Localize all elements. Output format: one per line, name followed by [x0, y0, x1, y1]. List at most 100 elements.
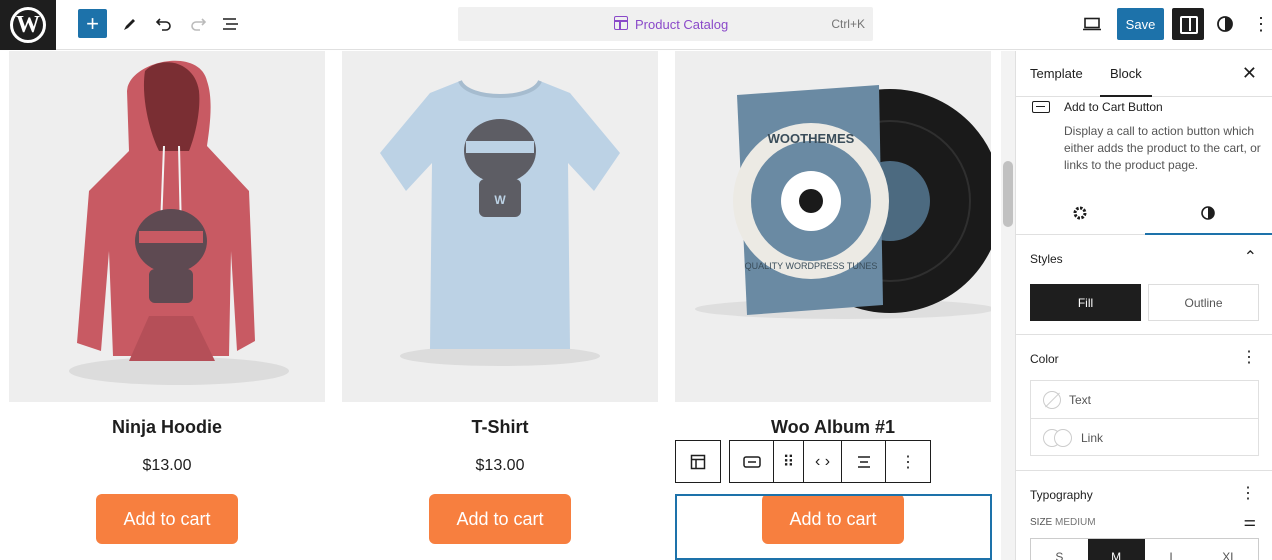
undo-icon: [155, 18, 171, 31]
color-item-label: Link: [1081, 431, 1104, 445]
product-image-hoodie[interactable]: [9, 51, 325, 402]
size-option[interactable]: L: [1145, 539, 1202, 560]
sidebar-tabs: Template Block ✕: [1016, 51, 1272, 97]
document-overview-button[interactable]: [216, 9, 246, 39]
styles-button[interactable]: [1210, 9, 1240, 39]
block-type-button[interactable]: [730, 441, 774, 482]
button-icon: [742, 455, 761, 468]
color-item-label: Text: [1069, 392, 1092, 407]
album-ring-top: WOOTHEMES: [768, 131, 855, 146]
color-section: Color ⋮ Text Link: [1016, 335, 1272, 471]
drag-icon: ⠿: [782, 453, 795, 471]
size-value: MEDIUM: [1055, 517, 1096, 528]
list-view-icon: [223, 18, 238, 30]
editor-top-bar: W + Product Catalog Ctrl+K Save ⋮: [0, 0, 1272, 50]
command-bar[interactable]: Product Catalog Ctrl+K: [458, 7, 873, 41]
select-parent-button[interactable]: [676, 441, 720, 482]
product-name[interactable]: Woo Album #1: [675, 417, 991, 438]
custom-size-icon[interactable]: ⚌: [1243, 513, 1256, 530]
add-to-cart-button[interactable]: Add to cart: [429, 494, 571, 544]
align-center-icon: [857, 455, 870, 468]
tools-button[interactable]: [115, 9, 145, 39]
font-size-label: SIZE MEDIUM: [1030, 517, 1096, 528]
color-swatch-icon: [1043, 390, 1061, 409]
tab-block[interactable]: Block: [1100, 66, 1152, 97]
product-image-tshirt[interactable]: W: [342, 51, 658, 402]
preview-button[interactable]: [1077, 9, 1107, 39]
contrast-icon: [1201, 206, 1215, 220]
template-icon: [690, 454, 706, 469]
tshirt-image: W: [380, 79, 620, 366]
desktop-icon: [1083, 17, 1101, 31]
product-name[interactable]: T-Shirt: [342, 417, 658, 438]
block-controls-group: ⠿ ‹ › ⋮: [729, 440, 931, 483]
settings-tab[interactable]: [1072, 205, 1088, 226]
font-size-picker: S M L XL: [1030, 538, 1259, 560]
redo-icon: [191, 18, 207, 31]
add-block-button[interactable]: +: [78, 9, 107, 38]
button-icon: [1032, 101, 1050, 113]
wordpress-icon: W: [10, 7, 46, 43]
size-option[interactable]: S: [1031, 539, 1088, 560]
color-options: Text Link: [1030, 380, 1259, 456]
color-swatch-icon: [1043, 429, 1073, 447]
scrollbar-thumb[interactable]: [1003, 161, 1013, 227]
redo-button[interactable]: [183, 9, 213, 39]
selected-block-outline[interactable]: [675, 494, 992, 560]
canvas-scrollbar[interactable]: [1001, 51, 1015, 560]
add-to-cart-button[interactable]: Add to cart: [96, 494, 238, 544]
block-title: Add to Cart Button: [1064, 100, 1163, 114]
color-link-item[interactable]: Link: [1031, 419, 1258, 457]
section-heading: Color: [1030, 352, 1059, 366]
chevron-up-icon[interactable]: ⌃: [1244, 247, 1257, 267]
product-image-album[interactable]: WOOTHEMES QUALITY WORDPRESS TUNES: [675, 51, 991, 402]
settings-sidebar: Template Block ✕ Add to Cart Button Disp…: [1015, 51, 1272, 560]
section-heading: Typography: [1030, 488, 1093, 502]
command-title: Product Catalog: [635, 17, 729, 32]
album-ring-bottom: QUALITY WORDPRESS TUNES: [745, 261, 878, 271]
editor-canvas: Ninja Hoodie $13.00 Add to cart W T-Shir…: [0, 51, 1015, 560]
save-button[interactable]: Save: [1117, 8, 1164, 40]
chevron-left-right-icon: ‹ ›: [814, 452, 831, 470]
plus-icon: +: [86, 10, 99, 36]
vertical-ellipsis-icon[interactable]: ⋮: [1240, 483, 1256, 503]
product-card[interactable]: WOOTHEMES QUALITY WORDPRESS TUNES Woo Al…: [675, 51, 991, 544]
move-block-button[interactable]: ‹ ›: [804, 441, 842, 482]
vertical-ellipsis-icon: ⋮: [1252, 13, 1270, 34]
color-text-item[interactable]: Text: [1031, 381, 1258, 419]
tab-template[interactable]: Template: [1030, 66, 1083, 81]
section-heading[interactable]: Styles: [1030, 252, 1063, 266]
vertical-ellipsis-icon[interactable]: ⋮: [1241, 347, 1257, 367]
block-description: Display a call to action button which ei…: [1064, 124, 1261, 172]
size-label: SIZE: [1030, 517, 1053, 528]
product-card[interactable]: W T-Shirt $13.00 Add to cart: [342, 51, 658, 544]
product-card[interactable]: Ninja Hoodie $13.00 Add to cart: [9, 51, 325, 544]
template-icon: [614, 16, 628, 30]
contrast-icon: [1217, 16, 1233, 32]
product-price: $13.00: [142, 457, 192, 474]
block-toolbar: ⠿ ‹ › ⋮: [675, 440, 939, 483]
hoodie-image: [69, 60, 289, 385]
pencil-icon: [124, 19, 135, 30]
inspector-subtabs: [1016, 191, 1272, 235]
wordpress-logo[interactable]: W: [0, 0, 56, 50]
style-fill-option[interactable]: Fill: [1030, 284, 1141, 321]
gear-icon: [1073, 206, 1087, 220]
album-image: WOOTHEMES QUALITY WORDPRESS TUNES: [695, 85, 991, 319]
block-options-button[interactable]: ⋮: [886, 441, 930, 482]
drag-handle[interactable]: ⠿: [774, 441, 804, 482]
options-menu-button[interactable]: ⋮: [1246, 9, 1272, 39]
settings-toggle-button[interactable]: [1172, 8, 1204, 40]
styles-tab[interactable]: [1200, 205, 1216, 226]
style-outline-option[interactable]: Outline: [1148, 284, 1259, 321]
product-price: $13.00: [475, 457, 525, 474]
align-button[interactable]: [842, 441, 886, 482]
close-icon[interactable]: ✕: [1242, 63, 1257, 84]
size-option[interactable]: XL: [1201, 539, 1258, 560]
parent-selector-group: [675, 440, 721, 483]
undo-button[interactable]: [149, 9, 179, 39]
command-shortcut: Ctrl+K: [831, 17, 865, 31]
size-option[interactable]: M: [1087, 539, 1145, 560]
product-name[interactable]: Ninja Hoodie: [9, 417, 325, 438]
vertical-ellipsis-icon: ⋮: [900, 453, 916, 471]
